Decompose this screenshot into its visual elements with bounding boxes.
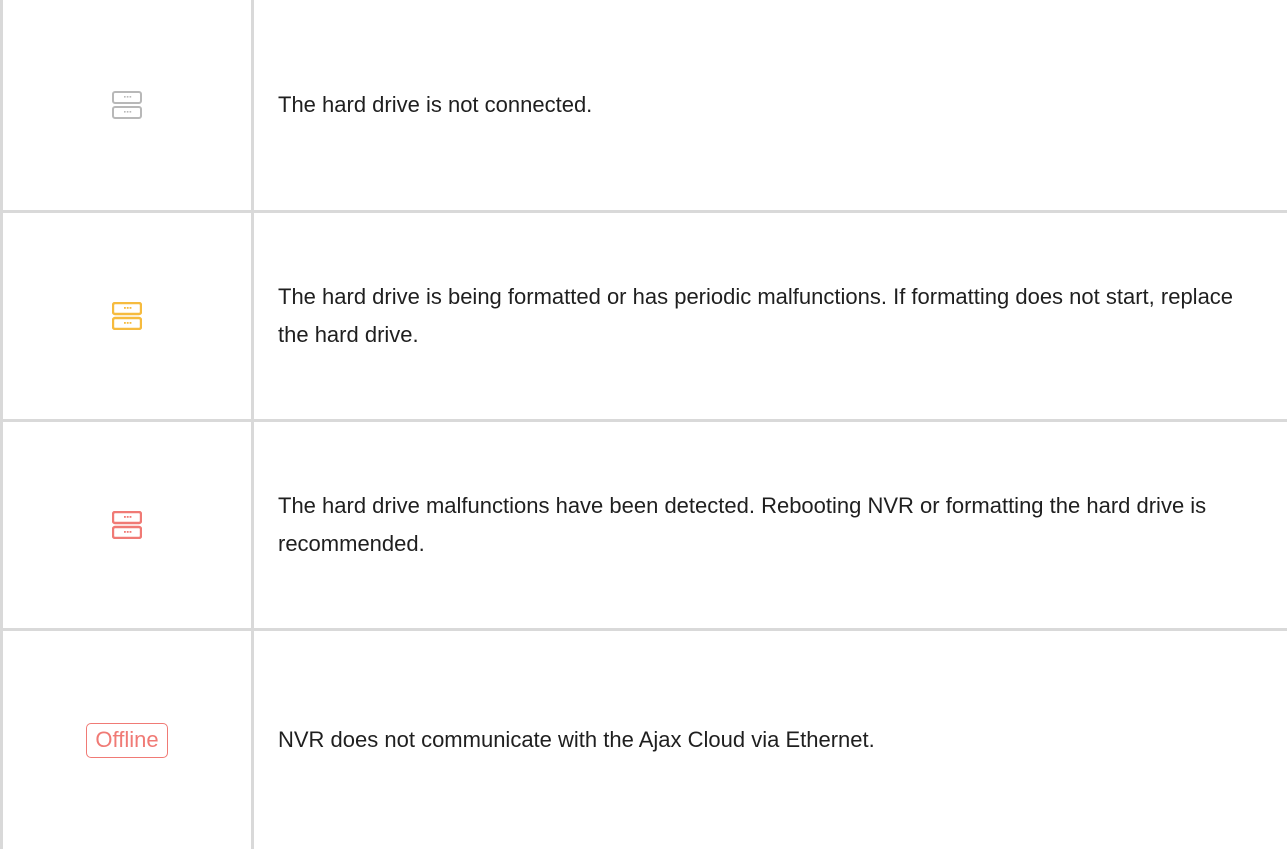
icon-cell bbox=[3, 0, 254, 210]
table-row: The hard drive is not connected. bbox=[3, 0, 1287, 213]
table-row: The hard drive is being formatted or has… bbox=[3, 213, 1287, 422]
row-description: NVR does not communicate with the Ajax C… bbox=[278, 727, 875, 752]
table-row: Offline NVR does not communicate with th… bbox=[3, 631, 1287, 849]
status-legend-table: The hard drive is not connected. The har… bbox=[0, 0, 1287, 849]
row-description: The hard drive is not connected. bbox=[278, 91, 593, 117]
row-description: The hard drive is being formatted or has… bbox=[278, 284, 1234, 347]
icon-cell: Offline bbox=[3, 631, 254, 849]
hard-drive-yellow-icon bbox=[112, 302, 142, 330]
hard-drive-grey-icon bbox=[112, 90, 142, 119]
description-cell: The hard drive malfunctions have been de… bbox=[254, 422, 1287, 628]
icon-cell bbox=[3, 422, 254, 628]
description-cell: The hard drive is not connected. bbox=[254, 0, 1287, 210]
hard-drive-red-icon bbox=[112, 511, 142, 539]
offline-badge: Offline bbox=[86, 722, 168, 758]
description-cell: NVR does not communicate with the Ajax C… bbox=[254, 631, 1287, 849]
row-description: The hard drive malfunctions have been de… bbox=[278, 493, 1207, 556]
icon-cell bbox=[3, 213, 254, 419]
table-row: The hard drive malfunctions have been de… bbox=[3, 422, 1287, 631]
description-cell: The hard drive is being formatted or has… bbox=[254, 213, 1287, 419]
